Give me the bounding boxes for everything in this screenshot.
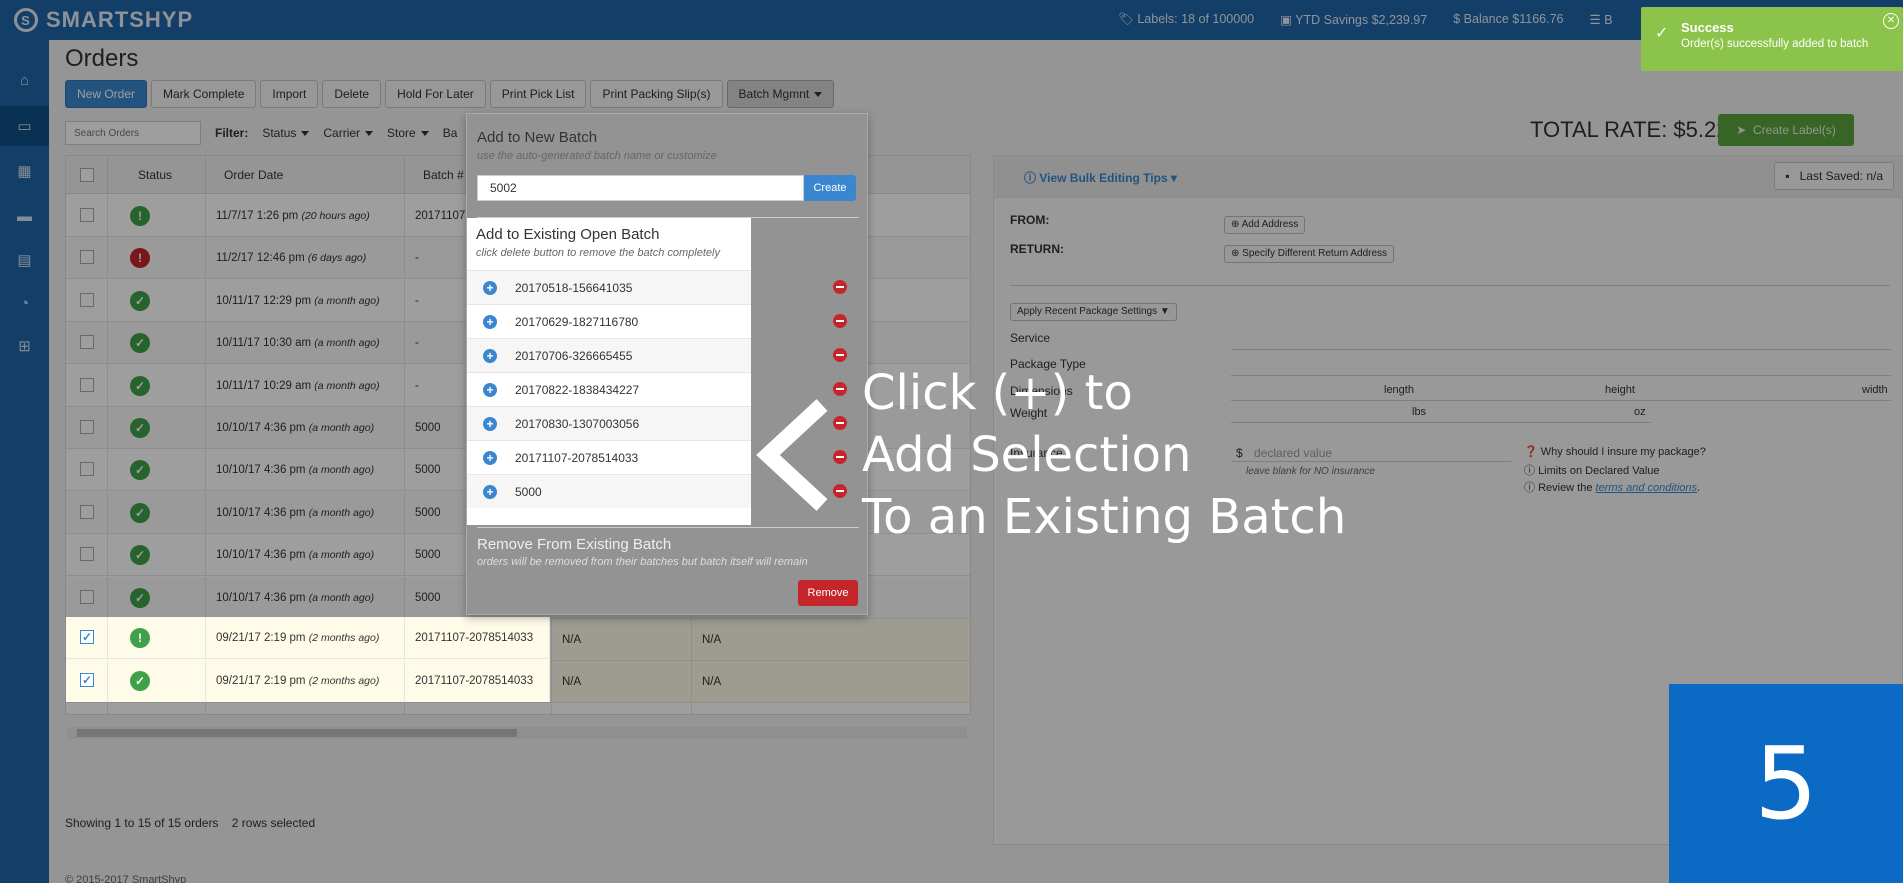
add-to-batch-icon[interactable]: + bbox=[483, 383, 497, 397]
add-to-batch-icon[interactable]: + bbox=[483, 417, 497, 431]
new-batch-input[interactable]: 5002 bbox=[477, 175, 804, 201]
batch-item: +20170822-1838434227 bbox=[467, 372, 751, 406]
toast-message: Order(s) successfully added to batch bbox=[1681, 38, 1869, 50]
existing-batch-title: Add to Existing Open Batch bbox=[476, 226, 660, 243]
divider bbox=[477, 527, 859, 528]
add-to-batch-icon[interactable]: + bbox=[483, 485, 497, 499]
new-batch-title: Add to New Batch bbox=[477, 129, 598, 146]
table-row[interactable]: ✓ ✓ 09/21/17 2:19 pm (2 months ago) 2017… bbox=[66, 660, 550, 702]
step-number: 5 bbox=[1669, 684, 1903, 883]
close-icon[interactable]: ✕ bbox=[1883, 13, 1899, 29]
toast-title: Success bbox=[1681, 20, 1734, 35]
batch-item: +5000 bbox=[467, 474, 751, 508]
row-checkbox[interactable]: ✓ bbox=[80, 629, 94, 644]
remove-batch-title: Remove From Existing Batch bbox=[477, 536, 672, 553]
check-icon: ✓ bbox=[1655, 25, 1669, 42]
add-to-batch-icon[interactable]: + bbox=[483, 281, 497, 295]
chevron-left-icon bbox=[756, 399, 828, 511]
existing-batch-subtitle: click delete button to remove the batch … bbox=[476, 247, 720, 259]
instruction-callout: Click (+) to Add Selection To an Existin… bbox=[862, 365, 1347, 545]
add-to-batch-icon[interactable]: + bbox=[483, 315, 497, 329]
row-checkbox[interactable]: ✓ bbox=[80, 672, 94, 687]
selected-rows-highlight: ✓ ! 09/21/17 2:19 pm (2 months ago) 2017… bbox=[66, 617, 550, 702]
remove-batch-subtitle: orders will be removed from their batche… bbox=[477, 556, 808, 568]
delete-batch-icon[interactable] bbox=[833, 382, 847, 396]
batch-item: +20171107-2078514033 bbox=[467, 440, 751, 474]
add-to-batch-icon[interactable]: + bbox=[483, 451, 497, 465]
table-row[interactable]: ✓ ! 09/21/17 2:19 pm (2 months ago) 2017… bbox=[66, 617, 550, 659]
status-warning-icon: ! bbox=[130, 627, 150, 648]
create-batch-button[interactable]: Create bbox=[804, 175, 856, 201]
batch-item: +20170830-1307003056 bbox=[467, 406, 751, 440]
success-toast: ✓ Success Order(s) successfully added to… bbox=[1641, 7, 1903, 71]
status-ok-icon: ✓ bbox=[130, 670, 150, 691]
delete-batch-icon[interactable] bbox=[833, 348, 847, 362]
batch-item: +20170629-1827116780 bbox=[467, 304, 751, 338]
batch-item: +20170706-326665455 bbox=[467, 338, 751, 372]
existing-batch-section: Add to Existing Open Batch click delete … bbox=[467, 218, 751, 525]
batch-item: +20170518-156641035 bbox=[467, 270, 751, 304]
add-to-batch-icon[interactable]: + bbox=[483, 349, 497, 363]
remove-button[interactable]: Remove bbox=[798, 580, 858, 606]
new-batch-subtitle: use the auto-generated batch name or cus… bbox=[477, 150, 717, 162]
delete-batch-icon[interactable] bbox=[833, 314, 847, 328]
delete-batch-icon[interactable] bbox=[833, 280, 847, 294]
